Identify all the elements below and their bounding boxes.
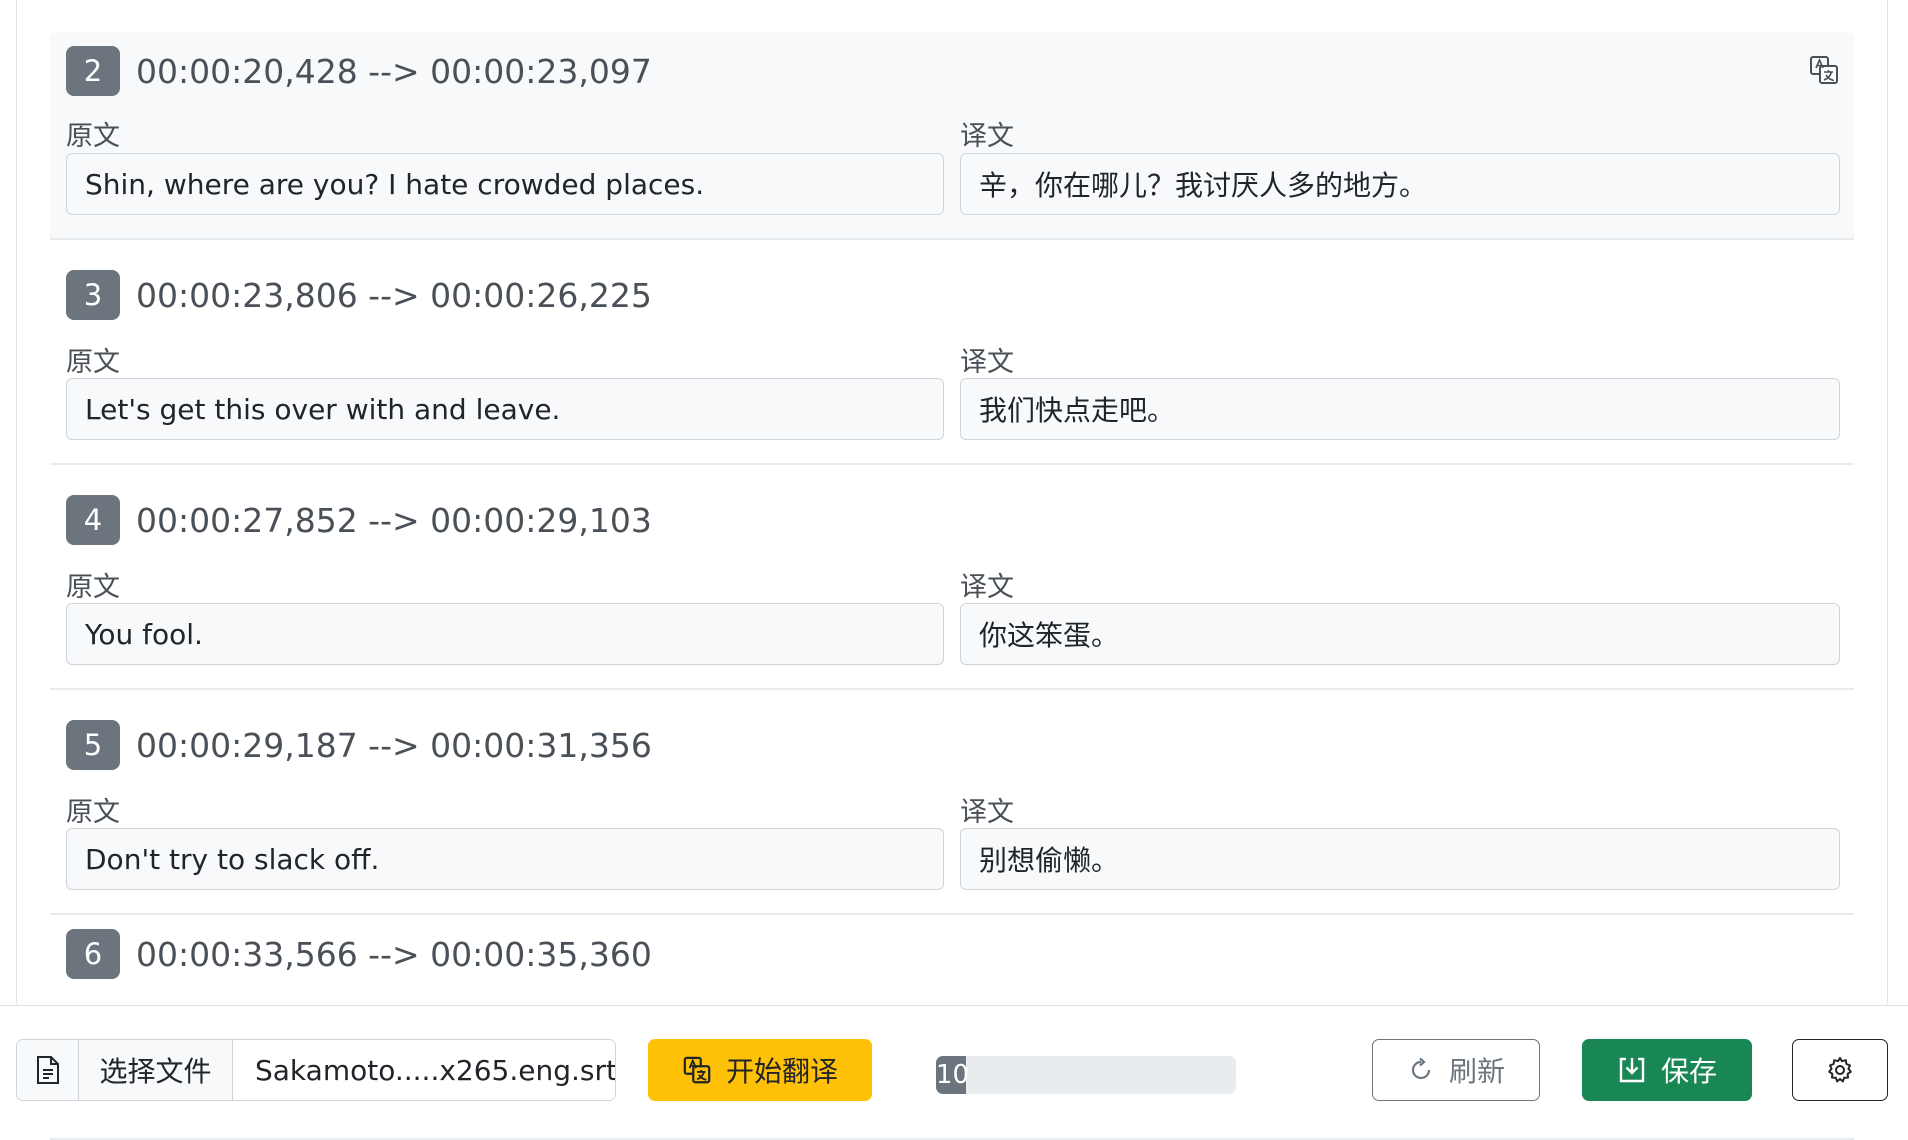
entry-fields: You fool. 你这笨蛋。: [66, 603, 1840, 665]
target-label: 译文: [960, 797, 1014, 828]
target-text-field[interactable]: 辛，你在哪儿？我讨厌人多的地方。: [960, 153, 1840, 215]
entry-timestamp: 00:00:20,428 --> 00:00:23,097: [136, 51, 652, 91]
source-label: 原文: [66, 347, 120, 378]
entry-index-badge: 4: [66, 495, 120, 545]
entry-header: 6 00:00:33,566 --> 00:00:35,360: [66, 929, 652, 979]
settings-button[interactable]: [1792, 1039, 1888, 1101]
progress-bar-fill: 10: [936, 1056, 969, 1094]
refresh-label: 刷新: [1448, 1055, 1505, 1088]
bottom-toolbar: 选择文件 Sakamoto.....x265.eng.srt 开始翻译 10 刷…: [0, 1005, 1908, 1112]
target-text-field[interactable]: 别想偷懒。: [960, 828, 1840, 890]
gear-icon: [1828, 1057, 1852, 1083]
save-icon: [1619, 1057, 1645, 1083]
subtitle-entry: 5 00:00:29,187 --> 00:00:31,356 原文 译文 Do…: [50, 690, 1854, 915]
save-label: 保存: [1660, 1055, 1717, 1088]
entry-timestamp: 00:00:23,806 --> 00:00:26,225: [136, 275, 652, 315]
field-labels: 原文 译文: [66, 340, 1840, 378]
field-labels: 原文 译文: [66, 565, 1840, 603]
file-name-display: Sakamoto.....x265.eng.srt: [233, 1040, 615, 1100]
entry-fields: Shin, where are you? I hate crowded plac…: [66, 153, 1840, 215]
target-label: 译文: [960, 121, 1014, 152]
entry-fields: Let's get this over with and leave. 我们快点…: [66, 378, 1840, 440]
subtitle-entry: 3 00:00:23,806 --> 00:00:26,225 原文 译文 Le…: [50, 240, 1854, 465]
entry-fields: Don't try to slack off. 别想偷懒。: [66, 828, 1840, 890]
source-text-field[interactable]: Let's get this over with and leave.: [66, 378, 944, 440]
subtitle-list: 2 00:00:20,428 --> 00:00:23,097 原文 译文 Sh…: [50, 32, 1854, 1140]
entry-index-badge: 6: [66, 929, 120, 979]
entry-timestamp: 00:00:33,566 --> 00:00:35,360: [136, 934, 652, 974]
source-text-field[interactable]: Shin, where are you? I hate crowded plac…: [66, 153, 944, 215]
entry-header: 4 00:00:27,852 --> 00:00:29,103: [66, 495, 652, 545]
target-label: 译文: [960, 347, 1014, 378]
file-icon: [17, 1040, 79, 1100]
source-label: 原文: [66, 797, 120, 828]
start-translate-button[interactable]: 开始翻译: [648, 1039, 872, 1101]
source-text-field[interactable]: Don't try to slack off.: [66, 828, 944, 890]
target-text-field[interactable]: 你这笨蛋。: [960, 603, 1840, 665]
subtitle-entry: 2 00:00:20,428 --> 00:00:23,097 原文 译文 Sh…: [50, 32, 1854, 240]
entry-timestamp: 00:00:29,187 --> 00:00:31,356: [136, 725, 652, 765]
entry-index-badge: 3: [66, 270, 120, 320]
translate-icon: [683, 1056, 711, 1084]
field-labels: 原文 译文: [66, 790, 1840, 828]
entry-header: 2 00:00:20,428 --> 00:00:23,097: [66, 46, 652, 96]
source-text-field[interactable]: You fool.: [66, 603, 944, 665]
subtitle-entry: 4 00:00:27,852 --> 00:00:29,103 原文 译文 Yo…: [50, 465, 1854, 690]
entry-index-badge: 2: [66, 46, 120, 96]
entry-header: 5 00:00:29,187 --> 00:00:31,356: [66, 720, 652, 770]
entry-index-badge: 5: [66, 720, 120, 770]
choose-file-button[interactable]: 选择文件: [79, 1040, 233, 1100]
source-label: 原文: [66, 121, 120, 152]
file-picker: 选择文件 Sakamoto.....x265.eng.srt: [16, 1039, 616, 1101]
translate-icon[interactable]: [1808, 54, 1840, 86]
target-label: 译文: [960, 572, 1014, 603]
translation-progress: 10: [936, 1056, 1236, 1094]
field-labels: 原文 译文: [66, 114, 1840, 152]
entry-header: 3 00:00:23,806 --> 00:00:26,225: [66, 270, 652, 320]
refresh-button[interactable]: 刷新: [1372, 1039, 1540, 1101]
source-label: 原文: [66, 572, 120, 603]
start-translate-label: 开始翻译: [725, 1055, 838, 1088]
entry-timestamp: 00:00:27,852 --> 00:00:29,103: [136, 500, 652, 540]
target-text-field[interactable]: 我们快点走吧。: [960, 378, 1840, 440]
save-button[interactable]: 保存: [1582, 1039, 1752, 1101]
refresh-icon: [1411, 1057, 1431, 1080]
